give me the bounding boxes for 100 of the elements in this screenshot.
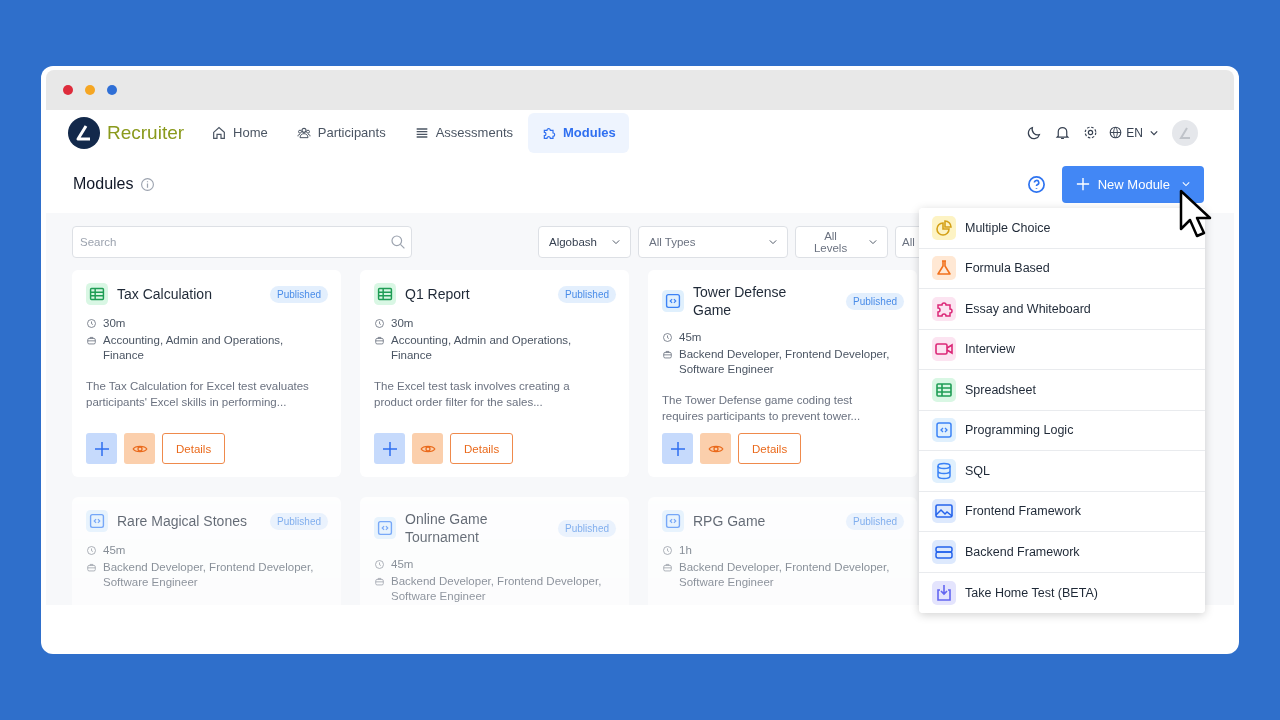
menu-item[interactable]: SQL (919, 451, 1205, 492)
close-dot[interactable] (63, 85, 73, 95)
spreadsheet-icon (86, 283, 108, 305)
search-field[interactable]: Search (72, 226, 412, 258)
menu-item[interactable]: Backend Framework (919, 532, 1205, 573)
caret-icon (1150, 129, 1158, 136)
nav-tab[interactable]: Home (198, 112, 281, 153)
plus-icon (1075, 177, 1090, 191)
clock-icon (86, 545, 97, 556)
spreadsheet-icon (374, 283, 396, 305)
briefcase-icon (374, 576, 385, 587)
filter-dropdown[interactable]: All Levels (795, 226, 888, 258)
status-badge: Published (558, 519, 616, 537)
info-icon[interactable] (140, 176, 156, 192)
caret-icon (869, 239, 877, 245)
caret-icon (612, 239, 620, 245)
menu-item[interactable]: Take Home Test (BETA) (919, 572, 1205, 613)
nav-tab[interactable]: Participants (282, 112, 399, 153)
menu-item[interactable]: Essay and Whiteboard (919, 289, 1205, 330)
database-icon (932, 458, 956, 483)
flask-icon (932, 256, 956, 281)
menu-item[interactable]: Interview (919, 329, 1205, 370)
briefcase-icon (662, 562, 673, 573)
home-icon (211, 124, 228, 141)
duration-text: 45m (679, 330, 702, 345)
code-icon (662, 290, 684, 312)
plus-icon (381, 440, 398, 457)
code-icon (932, 418, 956, 443)
duration-text: 1h (679, 543, 692, 558)
download-icon (932, 580, 956, 605)
card-title: RPG Game (693, 512, 767, 530)
search-icon[interactable] (390, 234, 406, 250)
add-button[interactable] (374, 433, 405, 464)
status-badge: Published (270, 285, 328, 303)
video-camera-icon (932, 337, 956, 362)
add-button[interactable] (86, 433, 117, 464)
card-title: Online Game Tournament (405, 510, 489, 546)
card-description: The Excel test task involves creating a product order filter for the sales... (374, 379, 571, 410)
briefcase-icon (662, 349, 673, 360)
plus-icon (93, 440, 110, 457)
preview-button[interactable] (412, 433, 443, 464)
image-icon (932, 499, 956, 524)
menu-item[interactable]: Programming Logic (919, 410, 1205, 451)
spreadsheet-icon (932, 377, 956, 402)
caret-icon (769, 239, 777, 245)
filter-dropdown[interactable]: Algobash (538, 226, 631, 258)
menu-item[interactable]: Spreadsheet (919, 370, 1205, 411)
menu-item[interactable]: Formula Based (919, 248, 1205, 289)
status-badge: Published (558, 285, 616, 303)
code-icon (374, 517, 396, 539)
preview-button[interactable] (124, 433, 155, 464)
puzzle-icon (932, 296, 956, 321)
clock-icon (86, 318, 97, 329)
filter-dropdown[interactable]: All Types (638, 226, 788, 258)
menu-item[interactable]: Frontend Framework (919, 491, 1205, 532)
clock-icon (374, 559, 385, 570)
status-badge: Published (270, 512, 328, 530)
help-icon[interactable] (1026, 174, 1046, 194)
roles-text: Accounting, Admin and Operations, Finance (103, 333, 285, 363)
card-title: Tower Defense Game (693, 283, 788, 319)
status-badge: Published (846, 512, 904, 530)
briefcase-icon (86, 335, 97, 346)
language-selector[interactable]: EN (1108, 125, 1158, 140)
avatar-icon[interactable] (1172, 119, 1198, 146)
code-icon (662, 510, 684, 532)
card-title: Rare Magical Stones (117, 512, 248, 530)
page-title: Modules (73, 175, 134, 193)
roles-text: Backend Developer, Frontend Developer, Software Engineer (391, 574, 603, 604)
nav-tab[interactable]: Modules (528, 112, 629, 153)
clock-icon (662, 545, 673, 556)
duration-text: 45m (103, 543, 126, 558)
briefcase-icon (374, 335, 385, 346)
logo-icon[interactable] (68, 116, 100, 149)
code-icon (86, 510, 108, 532)
caret-icon (1182, 181, 1190, 187)
card-title: Tax Calculation (117, 285, 213, 303)
status-badge: Published (846, 292, 904, 310)
add-button[interactable] (662, 433, 693, 464)
duration-text: 30m (103, 316, 126, 331)
preview-button[interactable] (700, 433, 731, 464)
globe-icon (1108, 125, 1124, 140)
clock-icon (662, 332, 673, 343)
duration-text: 30m (391, 316, 414, 331)
notification-bell-icon[interactable] (1054, 124, 1072, 141)
roles-text: Backend Developer, Frontend Developer, Software Engineer (679, 347, 891, 377)
pie-chart-icon (932, 215, 956, 240)
duration-text: 45m (391, 557, 414, 572)
roles-text: Accounting, Admin and Operations, Finance (391, 333, 573, 363)
clock-icon (374, 318, 385, 329)
card-description: The Tower Defense game coding test requires participants to prevent tower... (662, 393, 862, 424)
roles-text: Backend Developer, Frontend Developer, Software Engineer (679, 560, 891, 590)
minimize-dot[interactable] (85, 85, 95, 95)
nav-tab[interactable]: Assessments (400, 112, 526, 153)
card-description: The Tax Calculation for Excel test evaluates participants' Excel skills in performing... (86, 379, 310, 410)
server-icon (932, 539, 956, 564)
briefcase-icon (86, 562, 97, 573)
maximize-dot[interactable] (107, 85, 117, 95)
card-title: Q1 Report (405, 285, 471, 303)
plus-icon (669, 440, 686, 457)
roles-text: Backend Developer, Frontend Developer, Software Engineer (103, 560, 315, 590)
